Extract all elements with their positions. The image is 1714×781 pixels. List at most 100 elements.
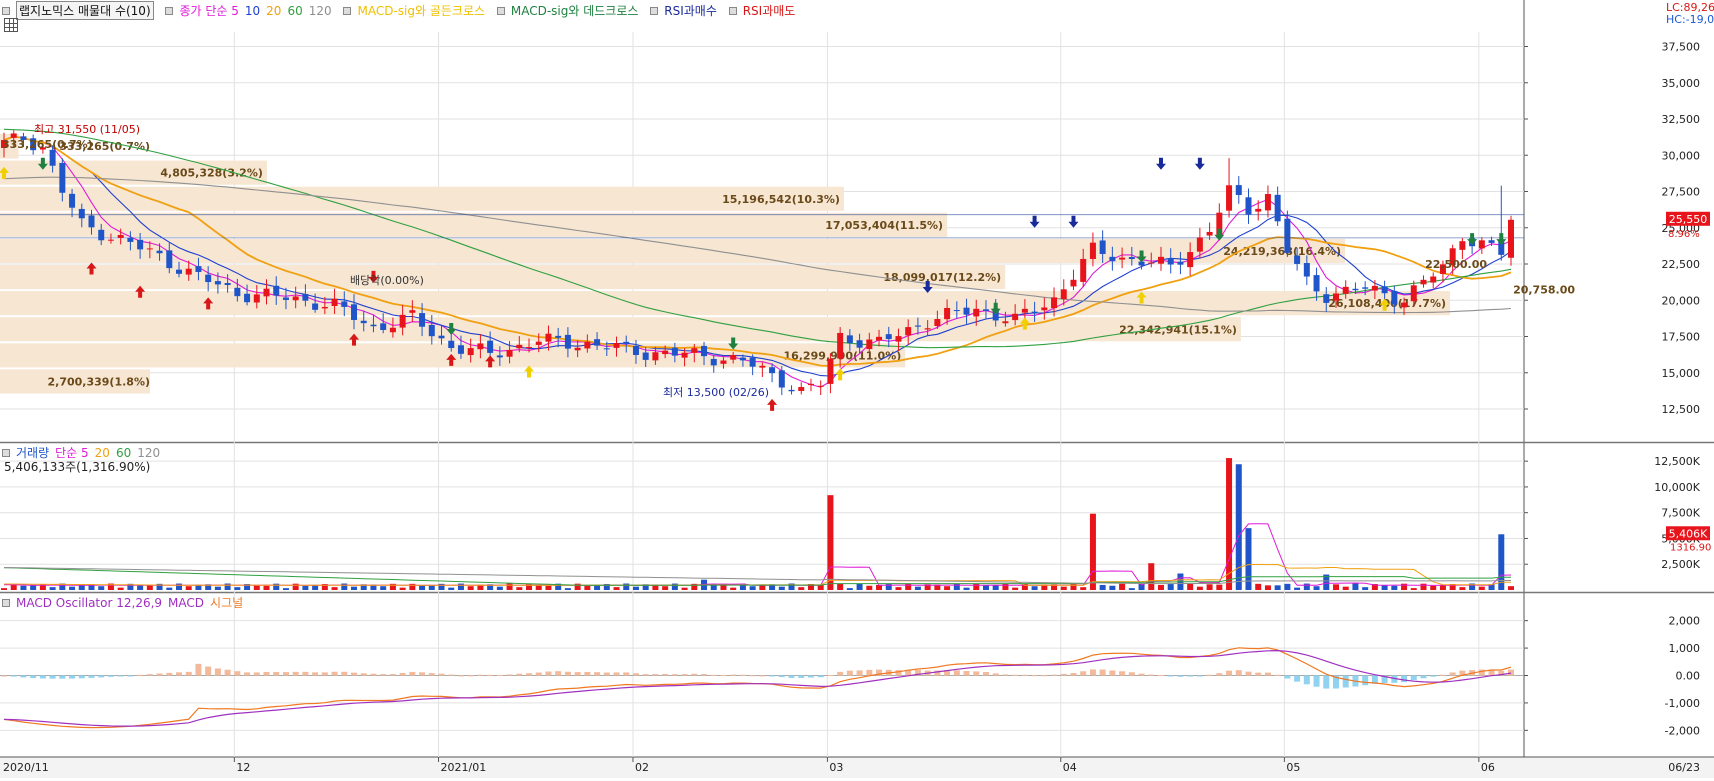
volume-bar [671,583,678,590]
volume-profile-label: 22,342,941(15.1%) [1119,323,1237,336]
volume-bar [1031,586,1038,590]
candle-body [467,348,474,356]
macd-oscillator-bar [1002,674,1009,676]
candle-body [1031,311,1038,313]
candle-body [1226,185,1233,211]
volume-bar [399,587,406,590]
volume-bar [1,588,7,590]
volume-bar [798,587,805,590]
candle-body [360,320,367,324]
candle-body [730,354,737,360]
volume-bar [1255,583,1262,590]
macd-oscillator-bar [603,672,610,676]
candle-body [88,215,95,228]
macd-oscillator-bar [244,672,251,676]
candle-body [438,335,445,339]
candle-body [526,347,533,349]
macd-oscillator-bar [1109,670,1116,676]
volume-bar [632,586,639,590]
volume-profile-band [0,317,1241,342]
volume-bar [1284,583,1291,590]
macd-oscillator-bar [224,669,231,676]
candle-body [419,313,426,327]
macd-golden-legend: MACD-sig와 골든크로스 [357,4,486,18]
date-tick-label: 05 [1286,761,1300,774]
macd-oscillator-bar [730,674,737,676]
candle-body [701,345,708,357]
candle-body [632,345,639,355]
price-y-tick-label: 37,500 [1662,41,1701,54]
macd-oscillator-bar [652,674,659,676]
volume-bar [1109,585,1116,590]
volume-y-tick-label: 10,000K [1654,481,1700,494]
level-label: 20,758.00 [1513,283,1575,296]
chart-background [0,0,1714,778]
rsi-sell-legend: RSI과매도 [742,4,796,18]
macd-oscillator-bar [1128,672,1135,676]
candle-body [1157,256,1164,264]
candle-body [292,296,299,301]
macd-oscillator-bar [613,672,620,676]
candle-body [1177,261,1184,265]
volume-bar [564,588,571,590]
candle-body [234,287,241,297]
candle-body [1119,257,1126,260]
candle-body [535,341,542,345]
macd-oscillator-bar [1294,675,1301,682]
candle-body [584,341,591,349]
legend-square-icon [496,7,505,15]
volume-bar [49,587,56,590]
volume-bar [1206,584,1213,590]
macd-oscillator-bar [59,675,66,679]
candle-body [982,309,989,311]
macd-oscillator-bar [1031,675,1038,677]
candle-body [506,349,513,357]
candle-body [837,332,844,359]
volume-bar [137,585,144,590]
stock-chart[interactable]: 12,500 15,000 17,500 20,000 22,500 25,000 27,5… [0,0,1714,778]
macd-oscillator-bar [1323,675,1330,689]
macd-oscillator-bar [351,672,358,676]
candle-body [827,358,834,384]
candle-body [866,339,873,350]
candle-body [156,250,163,254]
volume-bar [419,585,426,590]
volume-bar [98,586,105,590]
candle-body [1294,255,1301,264]
chart-canvas[interactable]: 12,50015,00017,50020,00022,50025,00027,5… [0,0,1714,778]
table-grid-icon[interactable] [4,18,18,32]
macd-oscillator-bar [1060,673,1067,676]
volume-bar [574,583,581,590]
volume-bar [1391,585,1398,590]
candle-body [1128,257,1135,260]
macd-oscillator-bar [827,675,834,677]
last-price-label: 25,550 [1669,213,1708,226]
level-label: 22,500.00 [1425,258,1487,271]
volume-bar [613,587,620,590]
candle-body [846,335,853,344]
macd-oscillator-bar [982,672,989,676]
candle-body [710,358,717,366]
stock-name-button[interactable]: 랩지노믹스 매물대 수(10) [16,1,154,20]
macd-oscillator-bar [1196,675,1203,677]
candle-body [1478,240,1485,249]
macd-oscillator-bar [555,671,562,676]
macd-oscillator-bar [156,673,163,676]
legend-square-icon [2,599,10,607]
candle-body [59,163,66,193]
candle-body [389,327,396,333]
volume-bar [516,587,523,590]
volume-bar [1410,588,1417,590]
candle-body [1245,197,1252,215]
legend-square-icon [165,7,174,15]
candle-body [302,294,309,301]
candle-body [944,307,951,320]
candle-body [263,288,270,297]
volume-bar [1012,587,1019,590]
macd-y-tick-label: -2,000 [1665,724,1700,737]
macd-oscillator-bar [78,675,85,679]
macd-oscillator-bar [282,672,289,676]
macd-oscillator-bar [1235,670,1242,676]
volume-bar [331,587,338,590]
price-y-tick-label: 20,000 [1662,294,1701,307]
